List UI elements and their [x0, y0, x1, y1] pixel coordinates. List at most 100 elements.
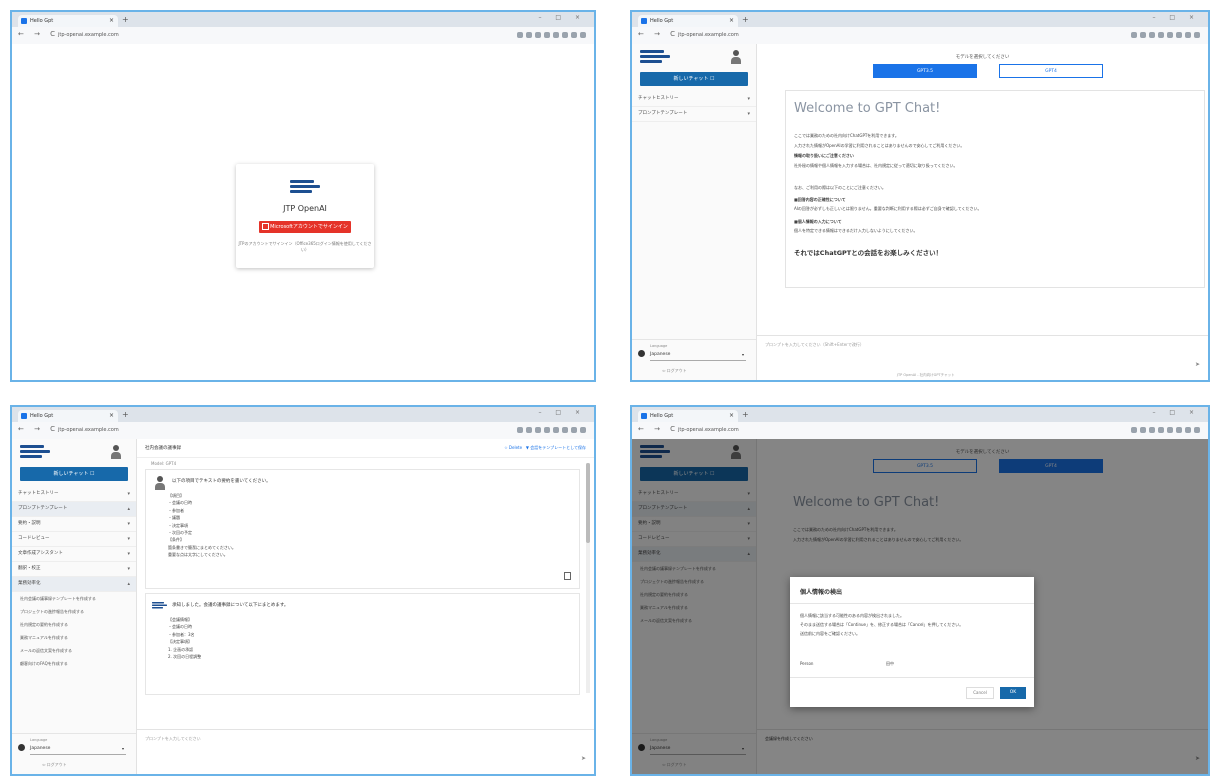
user-avatar-icon[interactable]: [110, 445, 122, 459]
extension-icon[interactable]: [544, 32, 550, 38]
dialog-divider: [790, 677, 1034, 678]
sidebar-item-category[interactable]: 文章作成アシスタント ▾: [12, 547, 136, 562]
extension-icon[interactable]: [544, 427, 550, 433]
extension-icon[interactable]: [1131, 427, 1137, 433]
sidebar-item-category[interactable]: コードレビュー ▾: [12, 532, 136, 547]
sidebar-item-label: プロンプトテンプレート: [638, 111, 688, 116]
model-gpt4-button[interactable]: GPT4: [999, 64, 1103, 78]
logout-button[interactable]: ⇦ ログアウト: [42, 762, 67, 768]
extension-icon[interactable]: [1185, 32, 1191, 38]
logout-button[interactable]: ⇦ ログアウト: [662, 368, 687, 374]
tab-close-icon[interactable]: ×: [109, 410, 114, 422]
new-tab-button[interactable]: +: [742, 15, 749, 24]
extension-icon[interactable]: [1194, 427, 1200, 433]
sidebar-template-item[interactable]: メールの返信文案を作成する: [12, 644, 136, 657]
new-tab-button[interactable]: +: [122, 15, 129, 24]
extension-icon[interactable]: [1131, 32, 1137, 38]
sidebar-template-item[interactable]: 業務マニュアルを作成する: [12, 631, 136, 644]
chevron-down-icon: ▾: [127, 491, 130, 497]
address-bar[interactable]: jtp-openai.example.com: [58, 30, 438, 40]
window-controls[interactable]: – □ ×: [1152, 14, 1200, 21]
sidebar-item-history[interactable]: チャットヒストリー ▾: [632, 92, 756, 107]
tab-close-icon[interactable]: ×: [729, 410, 734, 422]
nav-buttons[interactable]: ← → C: [638, 30, 679, 38]
user-avatar-icon[interactable]: [730, 50, 742, 64]
extension-icon[interactable]: [580, 32, 586, 38]
chevron-down-icon: ▾: [127, 566, 130, 572]
extension-icon[interactable]: [1149, 32, 1155, 38]
tab-close-icon[interactable]: ×: [109, 15, 114, 27]
extension-icon[interactable]: [553, 427, 559, 433]
microsoft-signin-button[interactable]: Microsoftアカウントでサインイン: [259, 221, 351, 233]
address-bar[interactable]: jtp-openai.example.com: [678, 30, 1058, 40]
extension-icon[interactable]: [517, 427, 523, 433]
tab-close-icon[interactable]: ×: [729, 15, 734, 27]
window-controls[interactable]: – □ ×: [538, 14, 586, 21]
save-template-button[interactable]: ▼ 会話をテンプレートとして保存: [526, 445, 586, 450]
nav-buttons[interactable]: ← → C: [638, 425, 679, 433]
extension-icon[interactable]: [535, 32, 541, 38]
welcome-line: 情報の取り扱いにご注意ください: [794, 153, 854, 158]
extension-icon[interactable]: [1176, 32, 1182, 38]
new-chat-button[interactable]: 新しいチャット ☐: [20, 467, 128, 481]
extension-icon[interactable]: [535, 427, 541, 433]
nav-buttons[interactable]: ← → C: [18, 425, 59, 433]
extension-icon[interactable]: [1158, 427, 1164, 433]
new-tab-button[interactable]: +: [122, 410, 129, 419]
extension-icon[interactable]: [1140, 32, 1146, 38]
sidebar-template-item[interactable]: プロジェクトの進捗報告を作成する: [12, 605, 136, 618]
language-select[interactable]: Japanese ▾: [30, 744, 126, 755]
delete-button[interactable]: ☆ Delete: [504, 445, 522, 450]
browser-tab[interactable]: Hello Gpt ×: [638, 15, 738, 27]
new-chat-button[interactable]: 新しいチャット ☐: [640, 72, 748, 86]
sidebar-template-item[interactable]: 社内規定の要約を作成する: [12, 618, 136, 631]
new-tab-button[interactable]: +: [742, 410, 749, 419]
extension-icon[interactable]: [562, 32, 568, 38]
sidebar-item-history[interactable]: チャットヒストリー ▾: [12, 487, 136, 502]
prompt-input[interactable]: プロンプトを入力してください（Shift+Enterで改行）: [765, 342, 864, 348]
sidebar-item-category[interactable]: 業務効率化 ▴: [12, 577, 136, 592]
nav-buttons[interactable]: ← → C: [18, 30, 59, 38]
extension-icon[interactable]: [526, 427, 532, 433]
chat-scrollbar[interactable]: [586, 463, 590, 693]
favicon-icon: [21, 413, 27, 419]
ok-button[interactable]: OK: [1000, 687, 1026, 699]
copy-icon[interactable]: [564, 572, 571, 580]
model-gpt35-button[interactable]: GPT3.5: [873, 64, 977, 78]
extension-icon[interactable]: [1185, 427, 1191, 433]
window-controls[interactable]: – □ ×: [538, 409, 586, 416]
extension-icon[interactable]: [580, 427, 586, 433]
extension-icon[interactable]: [517, 32, 523, 38]
address-bar[interactable]: jtp-openai.example.com: [58, 425, 438, 435]
sidebar-item-category[interactable]: 翻訳・校正 ▾: [12, 562, 136, 577]
extension-icon[interactable]: [526, 32, 532, 38]
sidebar-template-item[interactable]: 顧客向けのFAQを作成する: [12, 657, 136, 670]
sidebar-template-item[interactable]: 社内会議の議事録テンプレートを作成する: [12, 592, 136, 605]
address-bar[interactable]: jtp-openai.example.com: [678, 425, 1058, 435]
extension-icon[interactable]: [1167, 427, 1173, 433]
extension-icon[interactable]: [1194, 32, 1200, 38]
extension-icon[interactable]: [1149, 427, 1155, 433]
sidebar-item-templates[interactable]: プロンプトテンプレート ▾: [632, 107, 756, 122]
extension-icon[interactable]: [553, 32, 559, 38]
browser-tab[interactable]: Hello Gpt ×: [18, 15, 118, 27]
browser-tab[interactable]: Hello Gpt ×: [638, 410, 738, 422]
extension-icon[interactable]: [1158, 32, 1164, 38]
browser-tab[interactable]: Hello Gpt ×: [18, 410, 118, 422]
extension-icon[interactable]: [571, 427, 577, 433]
extension-icon[interactable]: [1176, 427, 1182, 433]
user-avatar-icon: [638, 350, 645, 357]
send-icon[interactable]: ➤: [581, 755, 586, 762]
window-controls[interactable]: – □ ×: [1152, 409, 1200, 416]
extension-icon[interactable]: [571, 32, 577, 38]
sidebar-item-templates[interactable]: プロンプトテンプレート ▴: [12, 502, 136, 517]
extension-icon[interactable]: [1167, 32, 1173, 38]
cancel-button[interactable]: Cancel: [966, 687, 994, 699]
sidebar-item-category[interactable]: 要約・説明 ▾: [12, 517, 136, 532]
extension-icon[interactable]: [562, 427, 568, 433]
prompt-input[interactable]: プロンプトを入力してください: [145, 736, 201, 742]
extension-icon[interactable]: [1140, 427, 1146, 433]
tab-title: Hello Gpt: [650, 413, 674, 419]
language-select[interactable]: Japanese ▾: [650, 350, 746, 361]
send-icon[interactable]: ➤: [1195, 361, 1200, 368]
